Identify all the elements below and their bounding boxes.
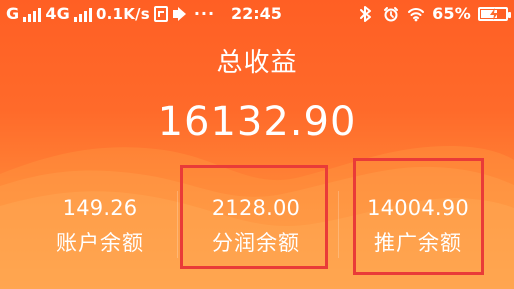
status-left-group: G 4G 0.1K/s ··· [6, 0, 215, 28]
profit-share-balance-value: 2128.00 [211, 196, 301, 220]
signal-icon [23, 6, 42, 22]
promotion-balance-label: 推广余额 [374, 231, 462, 255]
earnings-screen: G 4G 0.1K/s ··· 22:45 65% 总收益 16132.90 1… [0, 0, 514, 289]
status-bar: G 4G 0.1K/s ··· 22:45 65% [0, 0, 514, 28]
status-time: 22:45 [231, 4, 282, 23]
account-balance-label: 账户余额 [56, 231, 144, 255]
carrier-label-secondary: 4G [45, 4, 71, 23]
stats-divider [177, 191, 178, 258]
battery-percentage: 65% [432, 4, 471, 23]
more-icon: ··· [193, 4, 216, 23]
total-earnings-amount: 16132.90 [157, 99, 357, 145]
page-title: 总收益 [216, 48, 298, 78]
bluetooth-icon [360, 6, 372, 22]
profit-share-balance-card[interactable]: 2128.00 分润余额 [181, 187, 331, 269]
stats-divider [338, 191, 339, 258]
status-right-group: 65% [357, 0, 511, 28]
account-balance-value: 149.26 [62, 196, 138, 220]
carrier-label-primary: G [6, 4, 20, 23]
charging-icon [490, 8, 498, 20]
network-speed: 0.1K/s [96, 5, 150, 23]
alarm-icon [384, 7, 399, 22]
promotion-balance-value: 14004.90 [367, 196, 469, 220]
account-balance-card[interactable]: 149.26 账户余额 [25, 187, 175, 269]
signal-icon [74, 6, 93, 22]
speaker-icon [172, 6, 190, 22]
promotion-balance-card[interactable]: 14004.90 推广余额 [343, 187, 493, 269]
wifi-icon [408, 8, 425, 22]
battery-icon [478, 7, 511, 21]
storage-icon [153, 6, 168, 22]
profit-share-balance-label: 分润余额 [212, 231, 300, 255]
